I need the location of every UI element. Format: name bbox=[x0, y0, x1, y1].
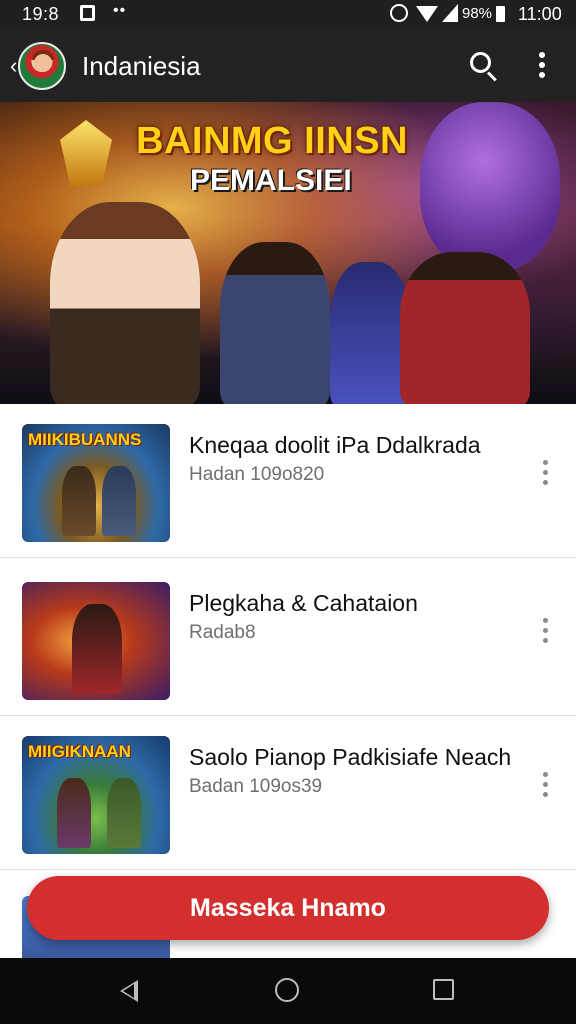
list-item[interactable]: MIIGIKNAAN Saolo Pianop Padkisiafe Neach… bbox=[0, 716, 576, 870]
row-more-icon[interactable] bbox=[540, 460, 550, 490]
hero-character-beast bbox=[330, 262, 410, 404]
more-dots-icon: •• bbox=[113, 2, 127, 19]
game-title: Kneqaa doolit iPa Ddalkrada bbox=[189, 432, 481, 458]
game-thumbnail bbox=[22, 582, 170, 700]
kebab-dot bbox=[542, 470, 548, 475]
list-item[interactable]: Plegkaha & Cahataion Radab8 bbox=[0, 562, 576, 716]
game-title: Plegkaha & Cahataion bbox=[189, 590, 418, 616]
battery-percent: 98% bbox=[462, 5, 493, 22]
wifi-icon bbox=[416, 6, 438, 22]
game-thumbnail: MIIGIKNAAN bbox=[22, 736, 170, 854]
battery-icon bbox=[496, 6, 505, 22]
game-thumbnail: MIIKIBUANNS bbox=[22, 424, 170, 542]
thumbnail-figure bbox=[107, 778, 141, 848]
kebab-dot bbox=[542, 638, 548, 643]
row-more-icon[interactable] bbox=[540, 618, 550, 648]
thumbnail-figure bbox=[57, 778, 91, 848]
game-subtitle: Badan 109os39 bbox=[189, 776, 323, 797]
app-title: Indaniesia bbox=[82, 51, 201, 81]
status-bar: 19:8 •• 98% 11:00 bbox=[0, 0, 576, 30]
thumbnail-figure bbox=[62, 466, 96, 536]
thumbnail-figure bbox=[72, 604, 122, 694]
hero-character-gunner bbox=[50, 202, 200, 404]
search-icon[interactable] bbox=[470, 52, 498, 82]
search-lens bbox=[470, 52, 491, 73]
notification-icon bbox=[80, 5, 95, 21]
hero-subtitle: PEMALSIEI bbox=[190, 164, 352, 197]
kebab-dot bbox=[542, 772, 548, 777]
nav-home-icon[interactable] bbox=[275, 978, 299, 1002]
kebab-dot bbox=[542, 628, 548, 633]
hero-character-runner bbox=[220, 242, 330, 404]
hero-title: BAINMG IINSN bbox=[136, 120, 408, 162]
system-nav-bar bbox=[0, 958, 576, 1024]
kebab-dot bbox=[539, 72, 545, 78]
hero-character-warrior bbox=[400, 252, 530, 404]
thumbnail-label: MIIGIKNAAN bbox=[28, 742, 131, 761]
hero-banner[interactable]: BAINMG IINSN PEMALSIEI bbox=[0, 102, 576, 404]
kebab-dot bbox=[542, 480, 548, 485]
game-subtitle: Hadan 109o820 bbox=[189, 464, 325, 485]
app-logo[interactable] bbox=[18, 42, 66, 90]
nav-recents-icon[interactable] bbox=[433, 979, 454, 1000]
nav-back-icon[interactable] bbox=[120, 980, 138, 1002]
list-item[interactable]: MIIKIBUANNS Kneqaa doolit iPa Ddalkrada … bbox=[0, 404, 576, 558]
thumbnail-label: MIIKIBUANNS bbox=[28, 430, 142, 449]
alarm-icon bbox=[390, 4, 408, 22]
more-vert-icon[interactable] bbox=[536, 52, 548, 82]
kebab-dot bbox=[542, 782, 548, 787]
app-bar: ‹ Indaniesia bbox=[0, 30, 576, 102]
hero-emblem-icon bbox=[60, 120, 112, 186]
kebab-dot bbox=[539, 62, 545, 68]
game-title: Saolo Pianop Padkisiafe Neach bbox=[189, 744, 512, 770]
logo-face bbox=[34, 54, 52, 72]
search-handle bbox=[486, 71, 497, 82]
signal-icon bbox=[442, 4, 458, 22]
app-screen: 19:8 •• 98% 11:00 ‹ Indaniesia BAINMG II… bbox=[0, 0, 576, 1024]
primary-action-button[interactable]: Masseka Hnamo bbox=[27, 876, 549, 940]
row-more-icon[interactable] bbox=[540, 772, 550, 802]
kebab-dot bbox=[539, 52, 545, 58]
kebab-dot bbox=[542, 618, 548, 623]
game-subtitle: Radab8 bbox=[189, 622, 256, 643]
kebab-dot bbox=[542, 792, 548, 797]
status-time-right: 11:00 bbox=[518, 4, 562, 24]
kebab-dot bbox=[542, 460, 548, 465]
hero-character-monster bbox=[420, 102, 560, 272]
thumbnail-figure bbox=[102, 466, 136, 536]
status-time-left: 19:8 bbox=[22, 4, 60, 24]
